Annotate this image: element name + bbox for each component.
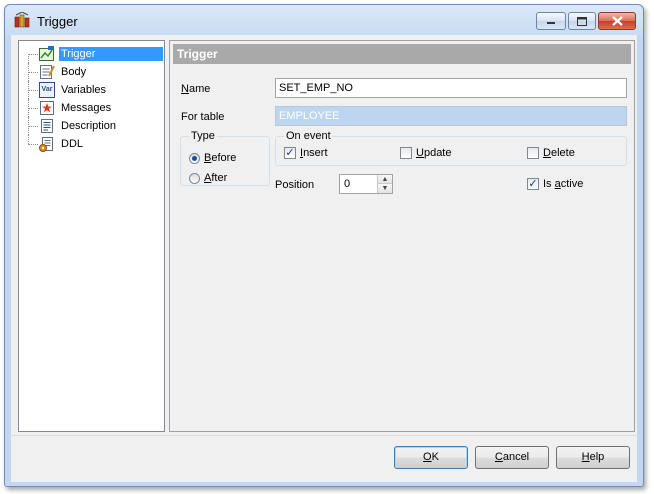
close-button[interactable]: [598, 12, 636, 30]
on-event-legend: On event: [286, 130, 331, 142]
help-button[interactable]: Help: [556, 446, 630, 469]
trigger-properties-panel: Trigger Name SET_EMP_NO For table EMPLOY…: [169, 40, 635, 432]
spinner-arrows: ▲ ▼: [377, 175, 392, 193]
radio-unchecked-icon: [189, 172, 200, 184]
ddl-icon: [39, 137, 53, 152]
trigger-dialog: Trigger Trigger Body Var Variables Messa…: [4, 4, 644, 487]
body-icon: [40, 65, 55, 79]
maximize-button[interactable]: [568, 12, 596, 30]
insert-label: Insert: [300, 147, 328, 159]
title-bar[interactable]: Trigger: [5, 5, 643, 35]
tree-item-variables[interactable]: Var Variables: [19, 81, 164, 99]
messages-icon: [40, 101, 54, 115]
before-radio[interactable]: Before: [189, 152, 236, 164]
tree-item-label: Variables: [61, 84, 107, 96]
tree-item-body[interactable]: Body: [19, 63, 164, 81]
position-value: 0: [344, 178, 351, 190]
tree-item-label: Messages: [61, 102, 112, 114]
minimize-button[interactable]: [536, 12, 566, 30]
window-title: Trigger: [37, 14, 78, 29]
checkbox-unchecked-icon: [527, 147, 539, 159]
dialog-client-area: Trigger Body Var Variables Messages Desc…: [11, 35, 637, 435]
for-table-input: EMPLOYEE: [275, 106, 627, 126]
trigger-app-icon: [14, 12, 30, 28]
tree-line: [28, 135, 29, 144]
tree-item-label: Body: [61, 66, 87, 78]
checkbox-unchecked-icon: [400, 147, 412, 159]
tree-line: [28, 108, 38, 109]
dialog-footer: OK Cancel Help: [11, 435, 637, 482]
navigation-tree[interactable]: Trigger Body Var Variables Messages Desc…: [18, 40, 165, 432]
name-input[interactable]: SET_EMP_NO: [275, 78, 627, 98]
name-label: Name: [181, 83, 211, 95]
checkbox-checked-icon: ✓: [527, 178, 539, 190]
update-checkbox[interactable]: Update: [400, 147, 451, 159]
maximize-icon: [577, 16, 587, 26]
tree-item-label: DDL: [61, 138, 84, 150]
tree-item-label: Trigger: [59, 47, 163, 61]
after-label: After: [204, 172, 228, 184]
tree-line: [28, 144, 38, 145]
position-label: Position: [275, 179, 315, 191]
insert-checkbox[interactable]: ✓ Insert: [284, 147, 328, 159]
after-radio[interactable]: After: [189, 172, 227, 184]
tree-line: [28, 90, 38, 91]
for-table-label: For table: [181, 111, 225, 123]
type-legend: Type: [191, 130, 215, 142]
spin-up-icon[interactable]: ▲: [378, 175, 392, 184]
description-icon: [41, 119, 53, 133]
tree-item-messages[interactable]: Messages: [19, 99, 164, 117]
tree-line: [28, 54, 38, 55]
spin-down-icon[interactable]: ▼: [378, 184, 392, 193]
before-label: Before: [204, 152, 237, 164]
position-spinner[interactable]: 0 ▲ ▼: [339, 174, 393, 194]
tree-item-trigger[interactable]: Trigger: [19, 45, 164, 63]
cancel-button[interactable]: Cancel: [475, 446, 549, 469]
update-label: Update: [416, 147, 452, 159]
close-icon: [611, 16, 623, 26]
variables-icon: Var: [39, 82, 55, 98]
ok-button[interactable]: OK: [394, 446, 468, 469]
minimize-icon: [547, 22, 555, 24]
tree-line: [28, 126, 38, 127]
panel-header: Trigger: [173, 44, 631, 64]
checkbox-checked-icon: ✓: [284, 147, 296, 159]
is-active-label: Is active: [543, 178, 584, 190]
trigger-icon: [39, 46, 54, 61]
is-active-checkbox[interactable]: ✓ Is active: [527, 178, 583, 190]
radio-checked-icon: [189, 152, 200, 164]
tree-line: [28, 54, 29, 63]
tree-item-description[interactable]: Description: [19, 117, 164, 135]
delete-label: Delete: [543, 147, 575, 159]
delete-checkbox[interactable]: Delete: [527, 147, 575, 159]
tree-item-ddl[interactable]: DDL: [19, 135, 164, 153]
tree-line: [28, 72, 38, 73]
tree-item-label: Description: [61, 120, 117, 132]
